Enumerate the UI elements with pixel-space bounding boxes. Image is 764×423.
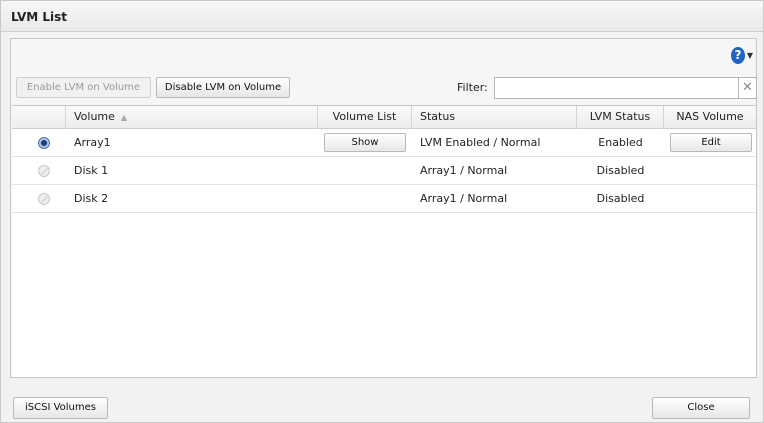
table-header: Volume ▲ Volume List Status LVM Status NA…: [12, 106, 756, 129]
lvm-panel: ? ▼ Enable LVM on Volume Disable LVM on …: [10, 38, 757, 378]
radio-disabled-icon: [38, 165, 50, 177]
filter-input[interactable]: [494, 77, 739, 99]
volume-table: Volume ▲ Volume List Status LVM Status NA…: [12, 105, 756, 377]
header-volume-list[interactable]: Volume List: [318, 106, 412, 129]
lvm-status: Disabled: [596, 164, 645, 177]
close-button[interactable]: Close: [652, 397, 750, 419]
chevron-down-icon: ▼: [746, 50, 753, 60]
table-row[interactable]: Disk 1 Array1 / Normal Disabled: [12, 157, 756, 185]
help-menu-button[interactable]: ? ▼: [731, 45, 753, 65]
volume-name: Disk 1: [74, 164, 109, 177]
radio-disabled-icon: [38, 193, 50, 205]
header-volume[interactable]: Volume ▲: [66, 106, 318, 129]
radio-selected-icon[interactable]: [38, 137, 50, 149]
disable-lvm-button[interactable]: Disable LVM on Volume: [156, 77, 290, 98]
title-bar: LVM List: [1, 1, 763, 32]
volume-name: Array1: [74, 136, 111, 149]
header-lvm-status[interactable]: LVM Status: [577, 106, 664, 129]
table-row[interactable]: Array1 Show LVM Enabled / Normal Enabled…: [12, 129, 756, 157]
show-volume-list-button[interactable]: Show: [324, 133, 406, 152]
volume-status: LVM Enabled / Normal: [420, 136, 541, 149]
dialog-title: LVM List: [11, 10, 68, 24]
volume-status: Array1 / Normal: [420, 192, 508, 205]
close-icon: ✕: [742, 80, 753, 95]
volume-status: Array1 / Normal: [420, 164, 508, 177]
header-select: [12, 106, 66, 129]
clear-filter-button[interactable]: ✕: [739, 77, 757, 99]
volume-name: Disk 2: [74, 192, 109, 205]
lvm-status: Disabled: [596, 192, 645, 205]
enable-lvm-button[interactable]: Enable LVM on Volume: [16, 77, 151, 98]
lvm-list-dialog: LVM List ? ▼ Enable LVM on Volume Disabl…: [0, 0, 764, 423]
sort-ascending-icon: ▲: [120, 113, 128, 122]
filter-label: Filter:: [457, 81, 488, 94]
iscsi-volumes-button[interactable]: iSCSI Volumes: [13, 397, 108, 419]
table-row[interactable]: Disk 2 Array1 / Normal Disabled: [12, 185, 756, 213]
help-icon: ?: [731, 46, 745, 64]
header-status[interactable]: Status: [412, 106, 577, 129]
header-nas-volume[interactable]: NAS Volume: [664, 106, 756, 129]
edit-nas-volume-button[interactable]: Edit: [670, 133, 752, 152]
lvm-status: Enabled: [598, 136, 643, 149]
